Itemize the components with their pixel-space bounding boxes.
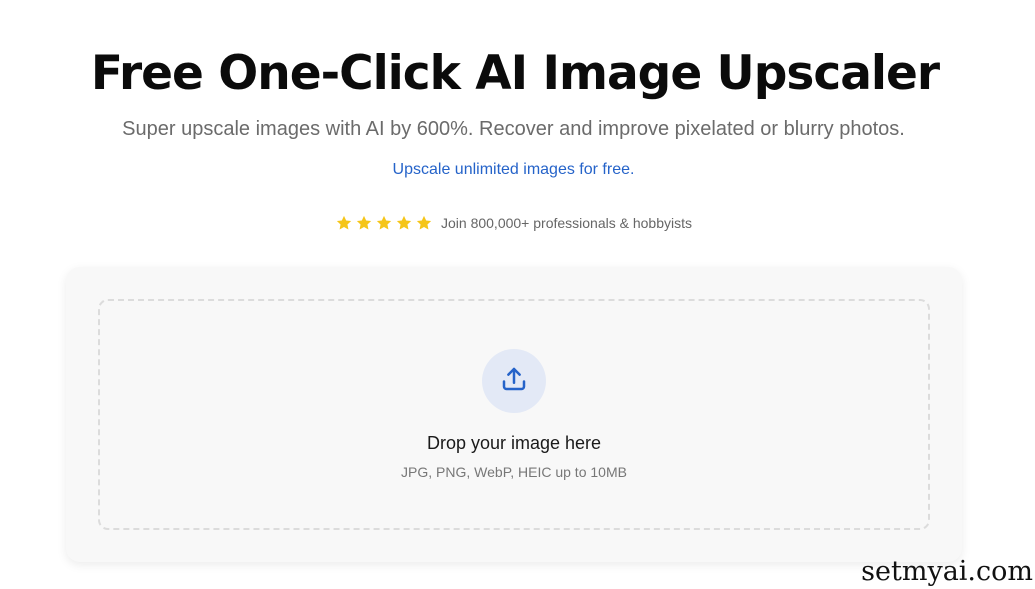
upscale-unlimited-link[interactable]: Upscale unlimited images for free. bbox=[0, 160, 1027, 180]
star-icon bbox=[336, 215, 352, 230]
star-icon bbox=[396, 215, 412, 230]
dropzone-file-types: JPG, PNG, WebP, HEIC up to 10MB bbox=[401, 464, 627, 480]
dropzone-title: Drop your image here bbox=[426, 433, 602, 453]
star-icon bbox=[376, 215, 392, 230]
watermark-text: setmyai.com bbox=[861, 556, 1033, 587]
social-proof-text: Join 800,000+ professionals & hobbyists bbox=[441, 215, 692, 231]
page-subtitle: Super upscale images with AI by 600%. Re… bbox=[122, 118, 905, 140]
star-rating bbox=[335, 214, 433, 232]
image-dropzone[interactable]: Drop your image here JPG, PNG, WebP, HEI… bbox=[98, 299, 930, 530]
page-title: Free One-Click AI Image Upscaler bbox=[90, 46, 940, 101]
upload-card: Drop your image here JPG, PNG, WebP, HEI… bbox=[66, 267, 962, 562]
star-icon bbox=[356, 215, 372, 230]
star-icon bbox=[416, 215, 432, 230]
upload-icon bbox=[499, 364, 529, 399]
upload-button[interactable] bbox=[482, 349, 546, 413]
social-proof-row: Join 800,000+ professionals & hobbyists bbox=[0, 213, 1027, 233]
